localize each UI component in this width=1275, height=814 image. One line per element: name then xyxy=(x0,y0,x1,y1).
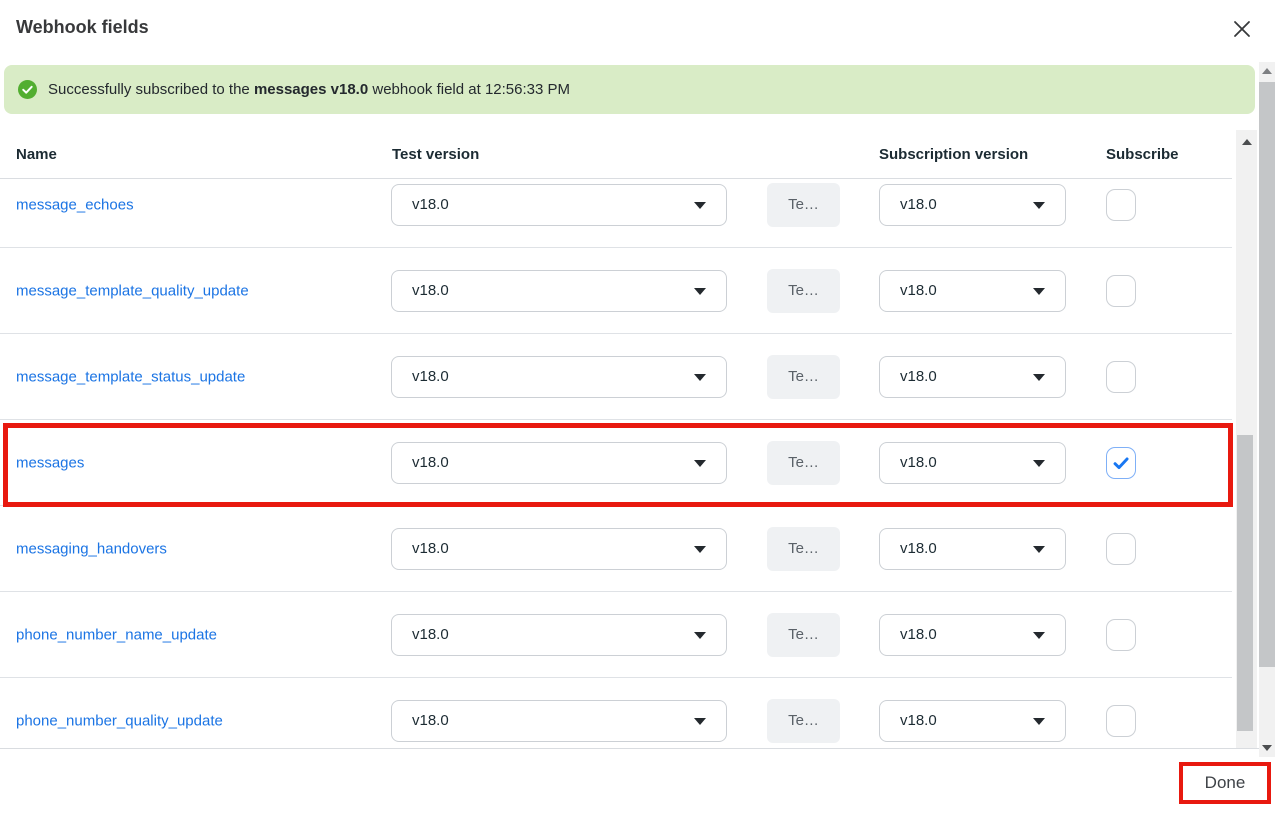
subscription-version-select[interactable]: v18.0 xyxy=(879,614,1066,656)
table-row: messaging_handovers v18.0 Te… v18.0 xyxy=(0,506,1232,592)
subscribe-checkbox[interactable] xyxy=(1106,275,1136,307)
table-row: phone_number_name_update v18.0 Te… v18.0 xyxy=(0,592,1232,678)
scroll-up-arrow-icon[interactable] xyxy=(1242,139,1252,145)
field-name-link[interactable]: messaging_handovers xyxy=(16,540,167,557)
chevron-down-icon xyxy=(694,288,706,295)
table-header: Name Test version Subscription version S… xyxy=(0,133,1232,179)
chevron-down-icon xyxy=(694,460,706,467)
subscription-version-select[interactable]: v18.0 xyxy=(879,356,1066,398)
table-scrollbar[interactable] xyxy=(1236,130,1257,748)
chevron-down-icon xyxy=(694,374,706,381)
scroll-down-arrow-icon[interactable] xyxy=(1262,745,1272,751)
chevron-down-icon xyxy=(1033,460,1045,467)
success-banner: Successfully subscribed to the messages … xyxy=(4,65,1255,114)
subscribe-checkbox[interactable] xyxy=(1106,705,1136,737)
subscribe-checkbox[interactable] xyxy=(1106,189,1136,221)
test-version-select[interactable]: v18.0 xyxy=(391,700,727,742)
dialog-title: Webhook fields xyxy=(16,17,149,38)
table-row: message_echoes v18.0 Te… v18.0 xyxy=(0,179,1232,248)
table-row: message_template_status_update v18.0 Te…… xyxy=(0,334,1232,420)
test-version-select[interactable]: v18.0 xyxy=(391,356,727,398)
test-button[interactable]: Te… xyxy=(767,269,840,313)
chevron-down-icon xyxy=(694,202,706,209)
test-version-select[interactable]: v18.0 xyxy=(391,270,727,312)
scrollbar-thumb[interactable] xyxy=(1259,82,1275,667)
close-button[interactable] xyxy=(1231,18,1253,40)
scroll-up-arrow-icon[interactable] xyxy=(1262,68,1272,74)
table-row: phone_number_quality_update v18.0 Te… v1… xyxy=(0,678,1232,748)
chevron-down-icon xyxy=(1033,202,1045,209)
chevron-down-icon xyxy=(1033,632,1045,639)
dialog-scrollbar[interactable] xyxy=(1259,62,1275,757)
chevron-down-icon xyxy=(694,632,706,639)
test-version-select[interactable]: v18.0 xyxy=(391,184,727,226)
field-name-link[interactable]: messages xyxy=(16,454,84,471)
subscription-version-select[interactable]: v18.0 xyxy=(879,528,1066,570)
table-row: message_template_quality_update v18.0 Te… xyxy=(0,248,1232,334)
subscription-version-select[interactable]: v18.0 xyxy=(879,270,1066,312)
column-header-subscribe: Subscribe xyxy=(1106,146,1179,163)
field-name-link[interactable]: phone_number_name_update xyxy=(16,626,217,643)
test-button[interactable]: Te… xyxy=(767,441,840,485)
column-header-test-version: Test version xyxy=(392,146,479,163)
test-button[interactable]: Te… xyxy=(767,699,840,743)
table-row: messages v18.0 Te… v18.0 xyxy=(0,420,1232,506)
chevron-down-icon xyxy=(1033,374,1045,381)
field-name-link[interactable]: phone_number_quality_update xyxy=(16,712,223,729)
subscription-version-select[interactable]: v18.0 xyxy=(879,442,1066,484)
subscription-version-select[interactable]: v18.0 xyxy=(879,700,1066,742)
chevron-down-icon xyxy=(694,546,706,553)
chevron-down-icon xyxy=(1033,288,1045,295)
subscribe-checkbox[interactable] xyxy=(1106,361,1136,393)
test-button[interactable]: Te… xyxy=(767,355,840,399)
chevron-down-icon xyxy=(1033,718,1045,725)
scrollbar-thumb[interactable] xyxy=(1237,435,1253,731)
close-icon xyxy=(1231,18,1253,40)
chevron-down-icon xyxy=(1033,546,1045,553)
test-version-select[interactable]: v18.0 xyxy=(391,614,727,656)
subscribe-checkbox[interactable] xyxy=(1106,533,1136,565)
field-name-link[interactable]: message_template_quality_update xyxy=(16,282,249,299)
subscribe-checkbox[interactable] xyxy=(1106,619,1136,651)
success-check-icon xyxy=(18,80,37,99)
checkmark-icon xyxy=(1110,452,1132,474)
chevron-down-icon xyxy=(694,718,706,725)
dialog-footer xyxy=(0,748,1275,814)
field-name-link[interactable]: message_echoes xyxy=(16,196,134,213)
done-button[interactable]: Done xyxy=(1183,766,1267,800)
column-header-name: Name xyxy=(16,146,57,163)
test-button[interactable]: Te… xyxy=(767,527,840,571)
table-body: message_echoes v18.0 Te… v18.0 message_t… xyxy=(0,179,1232,748)
test-button[interactable]: Te… xyxy=(767,183,840,227)
test-version-select[interactable]: v18.0 xyxy=(391,528,727,570)
test-version-select[interactable]: v18.0 xyxy=(391,442,727,484)
field-name-link[interactable]: message_template_status_update xyxy=(16,368,245,385)
column-header-subscription-version: Subscription version xyxy=(879,146,1028,163)
test-button[interactable]: Te… xyxy=(767,613,840,657)
subscription-version-select[interactable]: v18.0 xyxy=(879,184,1066,226)
success-message: Successfully subscribed to the messages … xyxy=(48,81,570,98)
subscribe-checkbox[interactable] xyxy=(1106,447,1136,479)
